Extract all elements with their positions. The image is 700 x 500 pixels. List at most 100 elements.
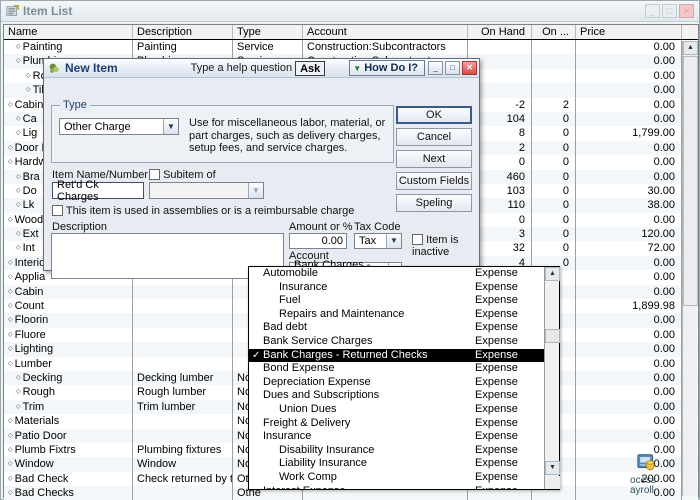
cell-price: 0.00 [576,83,682,98]
dropdown-item[interactable]: Automobile Expense [249,267,544,281]
dropdown-item[interactable]: Disability Insurance Expense [249,444,544,458]
dialog-titlebar: New Item Type a help question Ask ▼ How D… [44,59,479,78]
col-header-onorder[interactable]: On ... [532,25,576,39]
scroll-thumb[interactable] [683,56,698,306]
process-payroll-icon[interactable] [636,452,658,476]
description-label: Description [52,221,108,233]
grid-vertical-scrollbar[interactable]: ▲ [682,41,698,496]
cell-price: 0.00 [576,342,682,357]
dialog-buttons: OK Cancel Next Custom Fields Speling [396,106,472,216]
close-button[interactable]: ✕ [679,4,694,18]
dropdown-scroll-thumb[interactable] [545,329,560,343]
item-name-input[interactable]: Ret'd Ck Charges [52,179,144,203]
next-button[interactable]: Next [396,150,472,168]
cell-onorder [532,40,576,55]
type-select[interactable]: Other Charge ▼ [59,118,179,135]
chevron-down-icon[interactable]: ▼ [386,234,401,248]
dialog-minimize-button[interactable]: _ [428,61,443,75]
col-header-type[interactable]: Type [233,25,303,39]
cell-description: Window [133,457,233,472]
cell-price: 0.00 [576,457,682,472]
dialog-window-controls[interactable]: _ □ ✕ [428,61,477,75]
chevron-down-icon[interactable]: ▼ [163,119,178,134]
col-header-onhand[interactable]: On Hand [468,25,532,39]
chevron-down-icon[interactable]: ▼ [248,183,263,198]
account-dropdown-list[interactable]: Automobile Expense Insurance Expense Fuel Exp… [248,266,560,490]
dialog-close-button[interactable]: ✕ [462,61,477,75]
cell-description [133,428,233,443]
dialog-maximize-button[interactable]: □ [445,61,460,75]
cell-price: 0.00 [576,97,682,112]
taxcode-select[interactable]: Tax ▼ [354,233,402,249]
dropdown-item-label: Interest Expense [249,485,471,490]
cell-name: Plumb Fixtrs [4,442,133,458]
dropdown-scrollbar[interactable]: ▲ ▼ [544,267,560,489]
cell-price: 0.00 [576,486,682,500]
minimize-button[interactable]: _ [645,4,660,18]
cell-name: Fluore [4,327,133,343]
subitem-checkbox[interactable] [149,169,160,180]
dropdown-item-type: Expense [475,321,518,334]
dropdown-item[interactable]: Interest ExpenseExpense [249,485,544,490]
spelling-button[interactable]: Speling [396,194,472,212]
subitem-select-wrap: ▼ [149,182,264,199]
dropdown-item[interactable]: Bond Expense Expense [249,362,544,376]
cell-description [133,327,233,343]
cell-price: 0.00 [576,370,682,386]
dropdown-item-type: Expense [475,416,518,429]
cell-onorder: 0 [532,111,576,127]
dropdown-scroll-down[interactable]: ▼ [545,461,560,475]
col-header-description[interactable]: Description [133,25,233,39]
subitem-select[interactable]: ▼ [149,182,264,199]
dropdown-item[interactable]: Dues and Subscriptions Expense [249,389,544,403]
col-header-name[interactable]: Name [4,25,133,39]
dropdown-item-type: Expense [475,348,518,361]
cell-onorder: 0 [532,227,576,242]
dropdown-item[interactable]: ✓ Bank Charges - Returned Checks Expense [249,348,544,363]
assemblies-checkbox[interactable] [52,205,63,216]
scroll-up-arrow[interactable]: ▲ [683,41,698,55]
cell-description [133,299,233,314]
dropdown-item[interactable]: Bad debt Expense [249,321,544,335]
col-header-price[interactable]: Price [576,25,682,39]
help-question-label: Type a help question [190,62,293,74]
dropdown-item[interactable]: Work Comp Expense [249,471,544,485]
dropdown-item[interactable]: Repairs and Maintenance Expense [249,308,544,322]
cell-onorder: 0 [532,241,576,256]
dropdown-item-type: Expense [475,375,518,388]
how-do-i-label: How Do I? [364,62,418,74]
amount-input[interactable]: 0.00 [289,233,347,249]
cancel-button[interactable]: Cancel [396,128,472,146]
maximize-button[interactable]: □ [662,4,677,18]
cell-price: 0.00 [576,414,682,429]
cell-description: Decking lumber [133,370,233,386]
col-header-account[interactable]: Account [303,25,468,39]
type-select-value: Other Charge [64,120,131,133]
dropdown-scroll-up[interactable]: ▲ [545,267,560,281]
cell-name: Lighting [4,342,133,357]
subitem-row: Subitem of [149,169,216,181]
custom-fields-button[interactable]: Custom Fields [396,172,472,190]
dropdown-item[interactable]: Depreciation Expense Expense [249,376,544,390]
new-item-icon [49,63,59,73]
how-do-i-button[interactable]: ▼ How Do I? [349,60,425,76]
cell-name: Cabin [4,284,133,300]
dropdown-item[interactable]: Freight & Delivery Expense [249,417,544,431]
cell-onorder [532,54,576,69]
dropdown-item[interactable]: Bank Service Charges Expense [249,335,544,349]
ask-button[interactable]: Ask [295,60,326,76]
inactive-checkbox[interactable] [412,234,423,245]
dropdown-item[interactable]: Fuel Expense [249,294,544,308]
dropdown-resize-grip[interactable] [545,476,560,489]
dropdown-item-label: Liability Insurance [279,457,368,470]
dropdown-item[interactable]: Liability Insurance Expense [249,457,544,471]
dropdown-item[interactable]: Insurance Expense [249,430,544,444]
dropdown-item[interactable]: Union Dues Expense [249,403,544,417]
ok-button[interactable]: OK [396,106,472,124]
cell-description: Check returned by the... [133,471,233,487]
window-controls[interactable]: _ □ ✕ [645,4,697,18]
cell-onorder [532,83,576,98]
dialog-body: Type Other Charge ▼ Use for miscellaneou… [44,78,479,283]
table-row[interactable]: PaintingPaintingServiceConstruction:Subc… [4,40,698,55]
dropdown-item[interactable]: Insurance Expense [249,281,544,295]
